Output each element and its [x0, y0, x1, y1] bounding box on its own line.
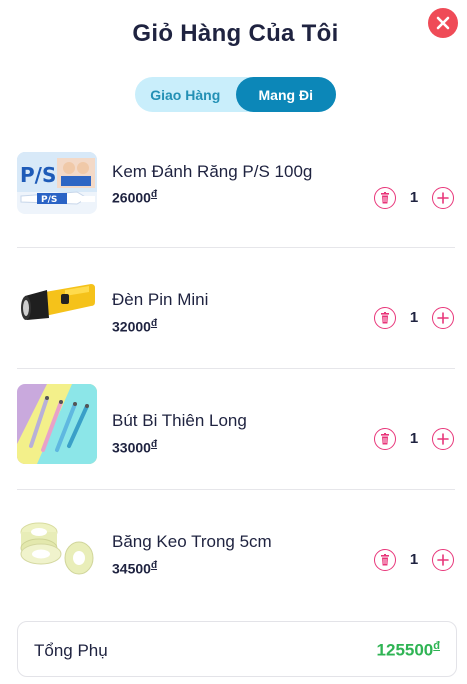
- svg-text:P/S: P/S: [20, 163, 56, 187]
- plus-icon: [437, 554, 449, 566]
- plus-icon: [437, 433, 449, 445]
- plus-icon: [437, 192, 449, 204]
- trash-icon: [381, 312, 389, 324]
- item-quantity: 1: [409, 309, 419, 326]
- subtotal-box: Tổng Phụ 125500đ: [17, 621, 457, 677]
- remove-item-button[interactable]: [374, 307, 396, 329]
- tab-delivery[interactable]: Giao Hàng: [135, 77, 236, 112]
- item-quantity: 1: [409, 551, 419, 568]
- tape-rolls-image: [17, 512, 97, 578]
- cart-item: P/S P/S Kem Đánh Răng P/S 100g 26000đ 1: [17, 127, 455, 248]
- remove-item-button[interactable]: [374, 549, 396, 571]
- remove-item-button[interactable]: [374, 187, 396, 209]
- increase-quantity-button[interactable]: [432, 549, 454, 571]
- item-name: Đèn Pin Mini: [112, 290, 209, 309]
- item-price: 34500đ: [112, 560, 158, 577]
- flashlight-image: [17, 270, 97, 338]
- increase-quantity-button[interactable]: [432, 307, 454, 329]
- item-quantity: 1: [409, 189, 419, 206]
- item-name: Bút Bi Thiên Long: [112, 411, 247, 430]
- increase-quantity-button[interactable]: [432, 428, 454, 450]
- trash-icon: [381, 192, 389, 204]
- cart-item: Bút Bi Thiên Long 33000đ 1: [17, 369, 455, 490]
- item-quantity: 1: [409, 430, 419, 447]
- increase-quantity-button[interactable]: [432, 187, 454, 209]
- plus-icon: [437, 312, 449, 324]
- item-name: Băng Keo Trong 5cm: [112, 532, 272, 551]
- cart-item: Đèn Pin Mini 32000đ 1: [17, 248, 455, 369]
- page-title: Giỏ Hàng Của Tôi: [132, 20, 339, 47]
- trash-icon: [381, 433, 389, 445]
- delivery-mode-toggle: Giao Hàng Mang Đi: [135, 77, 336, 112]
- tab-takeaway[interactable]: Mang Đi: [235, 77, 336, 112]
- item-price: 26000đ: [112, 189, 158, 206]
- item-name: Kem Đánh Răng P/S 100g: [112, 162, 313, 181]
- subtotal-value: 125500đ: [376, 640, 440, 660]
- cart-item: Băng Keo Trong 5cm 34500đ 1: [17, 490, 455, 600]
- item-price: 33000đ: [112, 439, 158, 456]
- trash-icon: [381, 554, 389, 566]
- svg-text:P/S: P/S: [41, 195, 57, 205]
- ballpoint-pens-image: [17, 384, 97, 464]
- subtotal-label: Tổng Phụ: [34, 641, 108, 660]
- item-price: 32000đ: [112, 318, 158, 335]
- remove-item-button[interactable]: [374, 428, 396, 450]
- toothpaste-image: P/S P/S: [17, 152, 97, 214]
